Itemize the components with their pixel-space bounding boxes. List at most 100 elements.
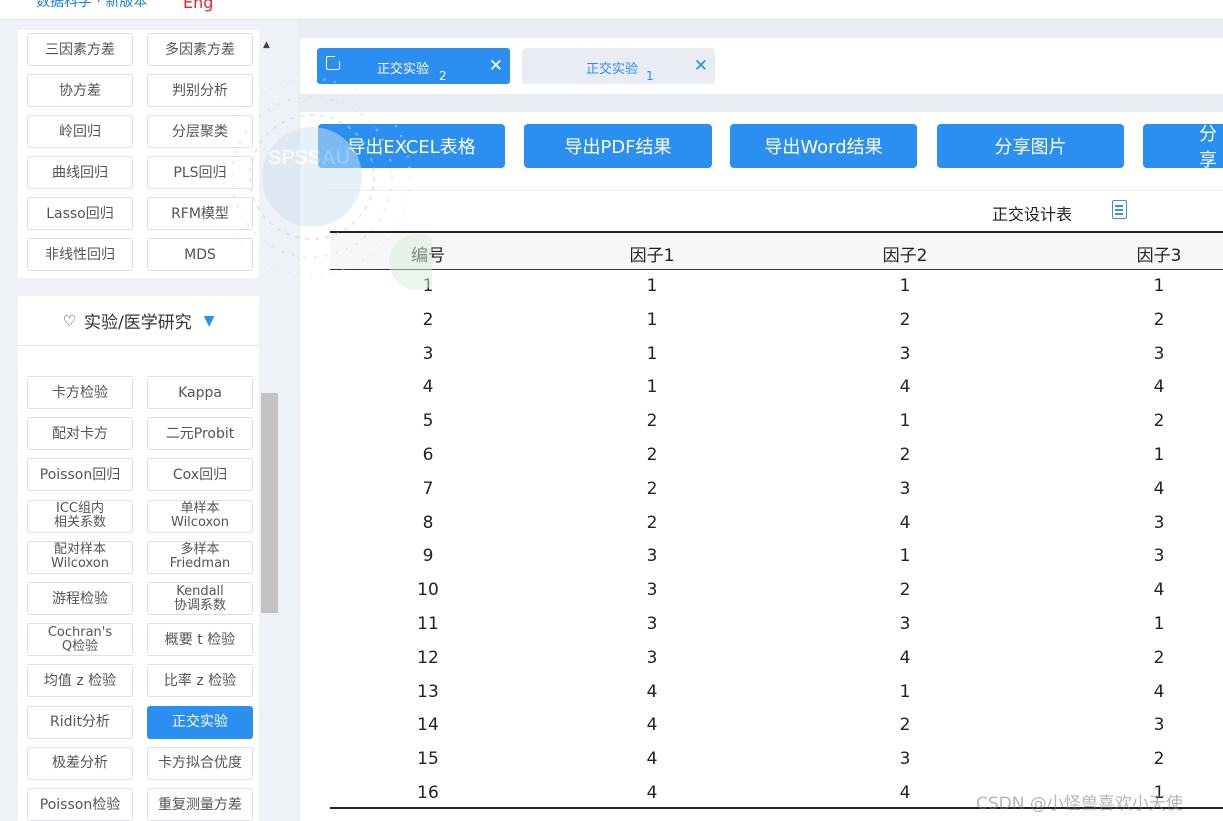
menu-item[interactable]: 配对样本 Wilcoxon: [27, 540, 133, 574]
menu-item[interactable]: 比率 z 检验: [147, 664, 253, 698]
table-row: 15 4 3 2: [330, 744, 1223, 778]
tab-label: 正交实验: [377, 62, 430, 77]
menu-group-experiment: ♡ 实验/医学研究 ▼ 卡方检验 Kappa 配对卡方 二元Probit Poisson…: [18, 296, 259, 821]
table-cell: 1: [646, 309, 658, 330]
sidebar-scrollbar-thumb[interactable]: [261, 393, 278, 613]
table-cell: 2: [1153, 647, 1165, 668]
menu-item[interactable]: 三因素方差: [27, 33, 133, 66]
table-cell: 6: [422, 445, 434, 465]
table-title: 正交设计表: [992, 205, 1073, 224]
table-cell: 12: [417, 647, 439, 668]
menu-item[interactable]: 卡方拟合优度: [147, 746, 253, 780]
table-cell: 3: [899, 749, 911, 770]
menu-item[interactable]: 多样本 Friedman: [147, 540, 253, 574]
table-cell: 2: [899, 445, 911, 465]
menu-item[interactable]: 分层聚类: [147, 115, 253, 148]
table-cell: 1: [899, 276, 911, 296]
table-cell: 1: [1153, 276, 1165, 296]
menu-item[interactable]: 配对卡方: [27, 417, 133, 451]
table-cell: 3: [422, 343, 434, 364]
scroll-up-arrow-icon[interactable]: ▲: [263, 40, 270, 50]
export-excel-button[interactable]: 导出EXCEL表格: [318, 124, 505, 168]
export-word-button[interactable]: 导出Word结果: [730, 124, 917, 168]
table-cell: 3: [1153, 343, 1165, 364]
table-row: 4 1 4 4: [330, 372, 1223, 406]
menu-item[interactable]: Kendall 协调系数: [147, 582, 253, 615]
tab-result-2[interactable]: 正交实验 2 ✕: [317, 48, 510, 84]
table-cell: 3: [646, 546, 658, 567]
table-cell: 3: [646, 614, 658, 634]
edit-icon[interactable]: [326, 54, 342, 70]
table-cell: 4: [899, 377, 911, 398]
menu-item[interactable]: 均值 z 检验: [27, 664, 133, 698]
table-cell: 4: [899, 512, 911, 533]
chevron-down-icon[interactable]: ▼: [204, 313, 215, 329]
table-row: 5 2 1 2: [330, 406, 1223, 440]
table-cell: 15: [417, 749, 439, 770]
menu-item[interactable]: 协方差: [27, 74, 133, 107]
table-cell: 9: [422, 546, 434, 567]
menu-item[interactable]: 游程检验: [27, 582, 133, 615]
table-cell: 16: [417, 783, 439, 803]
table-cell: 1: [899, 411, 911, 432]
copy-document-icon[interactable]: [1112, 200, 1127, 219]
menu-item[interactable]: Kappa: [147, 376, 253, 409]
menu-item[interactable]: 非线性回归: [27, 238, 133, 271]
share-button[interactable]: 分享: [1143, 124, 1223, 171]
close-icon[interactable]: ✕: [694, 56, 708, 76]
table-header-row: 编号 因子1 因子2 因子3: [330, 233, 1223, 270]
tab-result-1[interactable]: 正交实验 1 ✕: [522, 48, 715, 84]
table-row: 8 2 4 3: [330, 508, 1223, 542]
top-nav-text[interactable]: 数据科学 · 新版本: [36, 0, 147, 11]
menu-item[interactable]: ICC组内 相关系数: [27, 499, 133, 533]
menu-item[interactable]: 岭回归: [27, 115, 133, 148]
menu-item[interactable]: 多因素方差: [147, 33, 253, 66]
table-cell: 4: [1153, 377, 1165, 398]
csdn-watermark: CSDN @小怪兽喜欢小天使: [976, 794, 1183, 814]
share-image-button[interactable]: 分享图片: [937, 124, 1124, 168]
table-cell: 3: [899, 343, 911, 364]
menu-item[interactable]: Cochran's Q检验: [27, 623, 133, 657]
menu-item[interactable]: 卡方检验: [27, 376, 133, 409]
sidebar: 三因素方差 多因素方差 协方差 判别分析 岭回归 分层聚类 曲线回归 PLS回归 Lasso回归…: [0, 20, 298, 821]
table-cell: 4: [646, 749, 658, 770]
menu-item[interactable]: 重复测量方差: [147, 788, 253, 821]
menu-item[interactable]: PLS回归: [147, 156, 253, 189]
table-cell: 4: [1153, 478, 1165, 499]
table-row: 6 2 2 1: [330, 440, 1223, 474]
section-header-experiment[interactable]: ♡ 实验/医学研究 ▼: [18, 296, 259, 346]
table-cell: 4: [646, 681, 658, 702]
table-cell: 2: [899, 715, 911, 736]
menu-item[interactable]: 单样本 Wilcoxon: [147, 499, 253, 533]
table-cell: 4: [899, 647, 911, 668]
table-cell: 4: [899, 783, 911, 803]
menu-item[interactable]: MDS: [147, 238, 253, 271]
menu-item[interactable]: 曲线回归: [27, 156, 133, 189]
table-cell: 7: [422, 478, 434, 499]
table-cell: 2: [422, 309, 434, 330]
table-cell: 1: [646, 276, 658, 296]
menu-item[interactable]: 判别分析: [147, 74, 253, 107]
menu-group-advanced: 三因素方差 多因素方差 协方差 判别分析 岭回归 分层聚类 曲线回归 PLS回归 Lasso回归…: [18, 30, 259, 278]
section-title: 实验/医学研究: [83, 313, 192, 333]
menu-item[interactable]: Poisson回归: [27, 458, 133, 492]
menu-item[interactable]: Ridit分析: [27, 705, 133, 739]
export-pdf-button[interactable]: 导出PDF结果: [524, 124, 712, 168]
menu-item[interactable]: Cox回归: [147, 458, 253, 492]
menu-item[interactable]: Poisson检验: [27, 788, 133, 821]
menu-item[interactable]: 二元Probit: [147, 417, 253, 451]
close-icon[interactable]: ✕: [489, 56, 503, 76]
table-cell: 2: [899, 580, 911, 601]
tab-bar: 正交实验 2 ✕ 正交实验 1 ✕: [300, 38, 1223, 94]
menu-item[interactable]: 正交实验: [147, 705, 253, 739]
table-cell: 4: [646, 715, 658, 736]
table-cell: 3: [1153, 512, 1165, 533]
table-cell: 3: [899, 478, 911, 499]
language-switch[interactable]: Eng: [183, 0, 213, 12]
menu-item[interactable]: Lasso回归: [27, 197, 133, 230]
menu-item[interactable]: 极差分析: [27, 746, 133, 780]
menu-item[interactable]: 概要 t 检验: [147, 623, 253, 657]
table-cell: 4: [1153, 580, 1165, 601]
menu-item[interactable]: RFM模型: [147, 197, 253, 230]
column-header: 编号: [411, 246, 445, 266]
